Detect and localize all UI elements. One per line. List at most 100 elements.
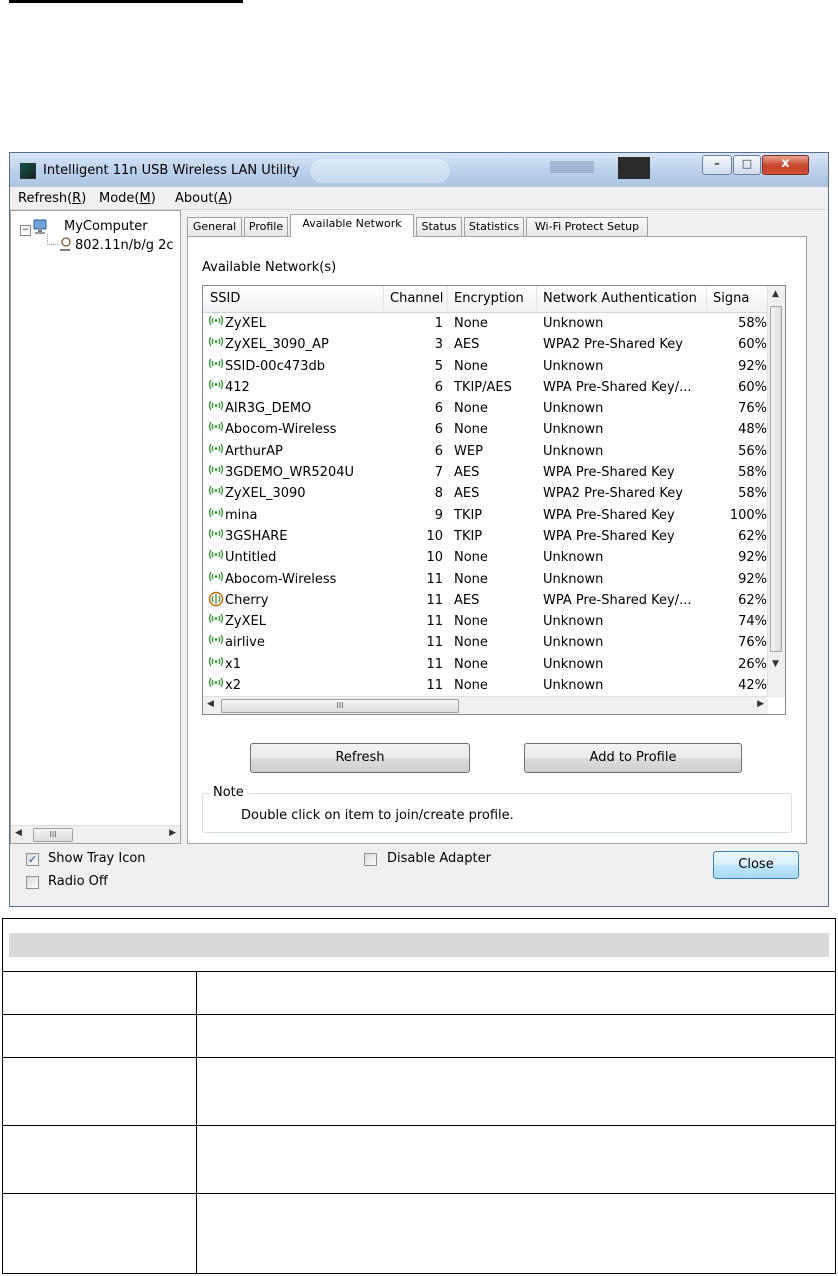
network-row[interactable]: mina 9 TKIP WPA Pre-Shared Key 100% [203, 505, 768, 526]
close-button[interactable]: Close [713, 851, 799, 879]
add-to-profile-button[interactable]: Add to Profile [524, 743, 742, 773]
scrollbar-thumb[interactable]: III [33, 828, 73, 842]
wifi-signal-icon [208, 506, 224, 520]
network-channel: 10 [426, 550, 443, 566]
menu-about[interactable]: About(A) [175, 191, 233, 206]
wifi-signal-icon [208, 335, 224, 349]
column-separator[interactable] [383, 286, 384, 312]
tab-profile[interactable]: Profile [244, 217, 288, 236]
network-row[interactable]: Abocom-Wireless 6 None Unknown 48% [203, 419, 768, 440]
device-tree: − MyComputer 802.11n/b/g 2c ◀ III ▶ [10, 210, 181, 844]
network-row[interactable]: ZyXEL 11 None Unknown 74% [203, 611, 768, 632]
close-icon: x [781, 156, 790, 171]
scroll-left-icon[interactable]: ◀ [15, 828, 22, 838]
tree-horizontal-scrollbar[interactable]: ◀ III ▶ [11, 825, 180, 843]
network-channel: 6 [434, 379, 443, 395]
network-authentication: Unknown [543, 678, 604, 694]
column-signal[interactable]: Signa [713, 291, 749, 306]
network-encryption: TKIP/AES [454, 379, 512, 395]
radio-off-checkbox[interactable] [26, 876, 39, 889]
tree-node-mycomputer[interactable]: MyComputer [64, 219, 148, 234]
show-tray-icon-checkbox[interactable]: ✓ [26, 853, 39, 866]
network-row[interactable]: Untitled 10 None Unknown 92% [203, 547, 768, 568]
network-row[interactable]: 412 6 TKIP/AES WPA Pre-Shared Key/... 60% [203, 377, 768, 398]
network-row[interactable]: Abocom-Wireless 11 None Unknown 92% [203, 569, 768, 590]
menu-mode-label: Mode( [99, 191, 140, 206]
note-group: Note Double click on item to join/create… [202, 785, 792, 833]
network-channel: 10 [426, 528, 443, 544]
network-signal: 58% [738, 486, 767, 502]
wifi-signal-icon [208, 442, 224, 456]
tab-status[interactable]: Status [416, 217, 462, 236]
scroll-up-icon[interactable]: ▲ [772, 289, 779, 299]
network-ssid: x2 [225, 678, 241, 694]
scrollbar-thumb[interactable] [770, 306, 782, 652]
network-row[interactable]: SSID-00c473db 5 None Unknown 92% [203, 356, 768, 377]
title-bar[interactable]: Intelligent 11n USB Wireless LAN Utility… [10, 153, 828, 187]
network-row[interactable]: x1 11 None Unknown 26% [203, 654, 768, 675]
column-encryption[interactable]: Encryption [454, 291, 524, 306]
menu-refresh[interactable]: Refresh(R) [18, 191, 86, 206]
maximize-button[interactable]: □ [733, 155, 761, 175]
menu-mode[interactable]: Mode(M) [99, 191, 156, 206]
disable-adapter-checkbox[interactable] [364, 853, 377, 866]
close-window-button[interactable]: x [762, 155, 809, 175]
network-encryption: None [454, 614, 488, 630]
network-row[interactable]: 3GSHARE 10 TKIP WPA Pre-Shared Key 62% [203, 526, 768, 547]
network-list[interactable]: SSID Channel Encryption Network Authenti… [202, 285, 786, 715]
list-horizontal-scrollbar[interactable]: ◀ III ▶ [203, 696, 768, 714]
network-row[interactable]: 3GDEMO_WR5204U 7 AES WPA Pre-Shared Key 58% [203, 462, 768, 483]
disable-adapter-label[interactable]: Disable Adapter [387, 851, 491, 866]
network-authentication: Unknown [543, 443, 604, 459]
network-channel: 3 [434, 337, 443, 353]
network-authentication: WPA2 Pre-Shared Key [543, 486, 683, 502]
network-channel: 11 [426, 656, 443, 672]
table-column-divider [196, 1015, 197, 1057]
network-encryption: WEP [454, 443, 483, 459]
network-row[interactable]: ZyXEL_3090 8 AES WPA2 Pre-Shared Key 58% [203, 483, 768, 504]
network-signal: 62% [738, 592, 767, 608]
network-ssid: Abocom-Wireless [225, 571, 337, 587]
collapse-icon[interactable]: − [20, 225, 31, 236]
network-signal: 74% [738, 614, 767, 630]
menu-refresh-label: Refresh( [18, 191, 73, 206]
scrollbar-thumb[interactable]: III [221, 699, 459, 713]
network-row[interactable]: Cherry 11 AES WPA Pre-Shared Key/... 62% [203, 590, 768, 611]
scroll-down-icon[interactable]: ▼ [772, 659, 779, 669]
column-separator[interactable] [706, 286, 707, 312]
tab-available-network[interactable]: Available Network [290, 214, 414, 237]
wifi-signal-icon [208, 548, 224, 562]
network-channel: 5 [434, 358, 443, 374]
wifi-signal-icon [208, 676, 224, 690]
wifi-signal-icon [208, 357, 224, 371]
show-tray-icon-label[interactable]: Show Tray Icon [48, 851, 146, 866]
network-ssid: ZyXEL_3090_AP [225, 337, 329, 353]
table-column-divider [196, 972, 197, 1014]
scroll-right-icon[interactable]: ▶ [757, 699, 764, 709]
tab-general[interactable]: General [187, 217, 242, 236]
scroll-left-icon[interactable]: ◀ [207, 699, 214, 709]
network-signal: 92% [738, 571, 767, 587]
column-separator[interactable] [536, 286, 537, 312]
column-network-authentication[interactable]: Network Authentication [543, 291, 697, 306]
network-authentication: Unknown [543, 614, 604, 630]
column-separator[interactable] [447, 286, 448, 312]
network-row[interactable]: ZyXEL_3090_AP 3 AES WPA2 Pre-Shared Key 60% [203, 334, 768, 355]
list-vertical-scrollbar[interactable]: ▲ ▼ [767, 286, 785, 698]
network-row[interactable]: ZyXEL 1 None Unknown 58% [203, 313, 768, 334]
background-decoration [618, 157, 650, 179]
network-row[interactable]: airlive 11 None Unknown 76% [203, 632, 768, 653]
column-channel[interactable]: Channel [390, 291, 443, 306]
tab-statistics[interactable]: Statistics [464, 217, 524, 236]
tree-node-adapter[interactable]: 802.11n/b/g 2c [75, 238, 174, 253]
tab-wps[interactable]: Wi-Fi Protect Setup [526, 217, 648, 236]
network-signal: 60% [738, 337, 767, 353]
radio-off-label[interactable]: Radio Off [48, 874, 108, 889]
minimize-button[interactable]: – [702, 155, 732, 175]
network-row[interactable]: ArthurAP 6 WEP Unknown 56% [203, 441, 768, 462]
network-row[interactable]: AIR3G_DEMO 6 None Unknown 76% [203, 398, 768, 419]
refresh-button[interactable]: Refresh [250, 743, 470, 773]
network-row[interactable]: x2 11 None Unknown 42% [203, 675, 768, 696]
scroll-right-icon[interactable]: ▶ [169, 828, 176, 838]
column-ssid[interactable]: SSID [210, 291, 240, 306]
